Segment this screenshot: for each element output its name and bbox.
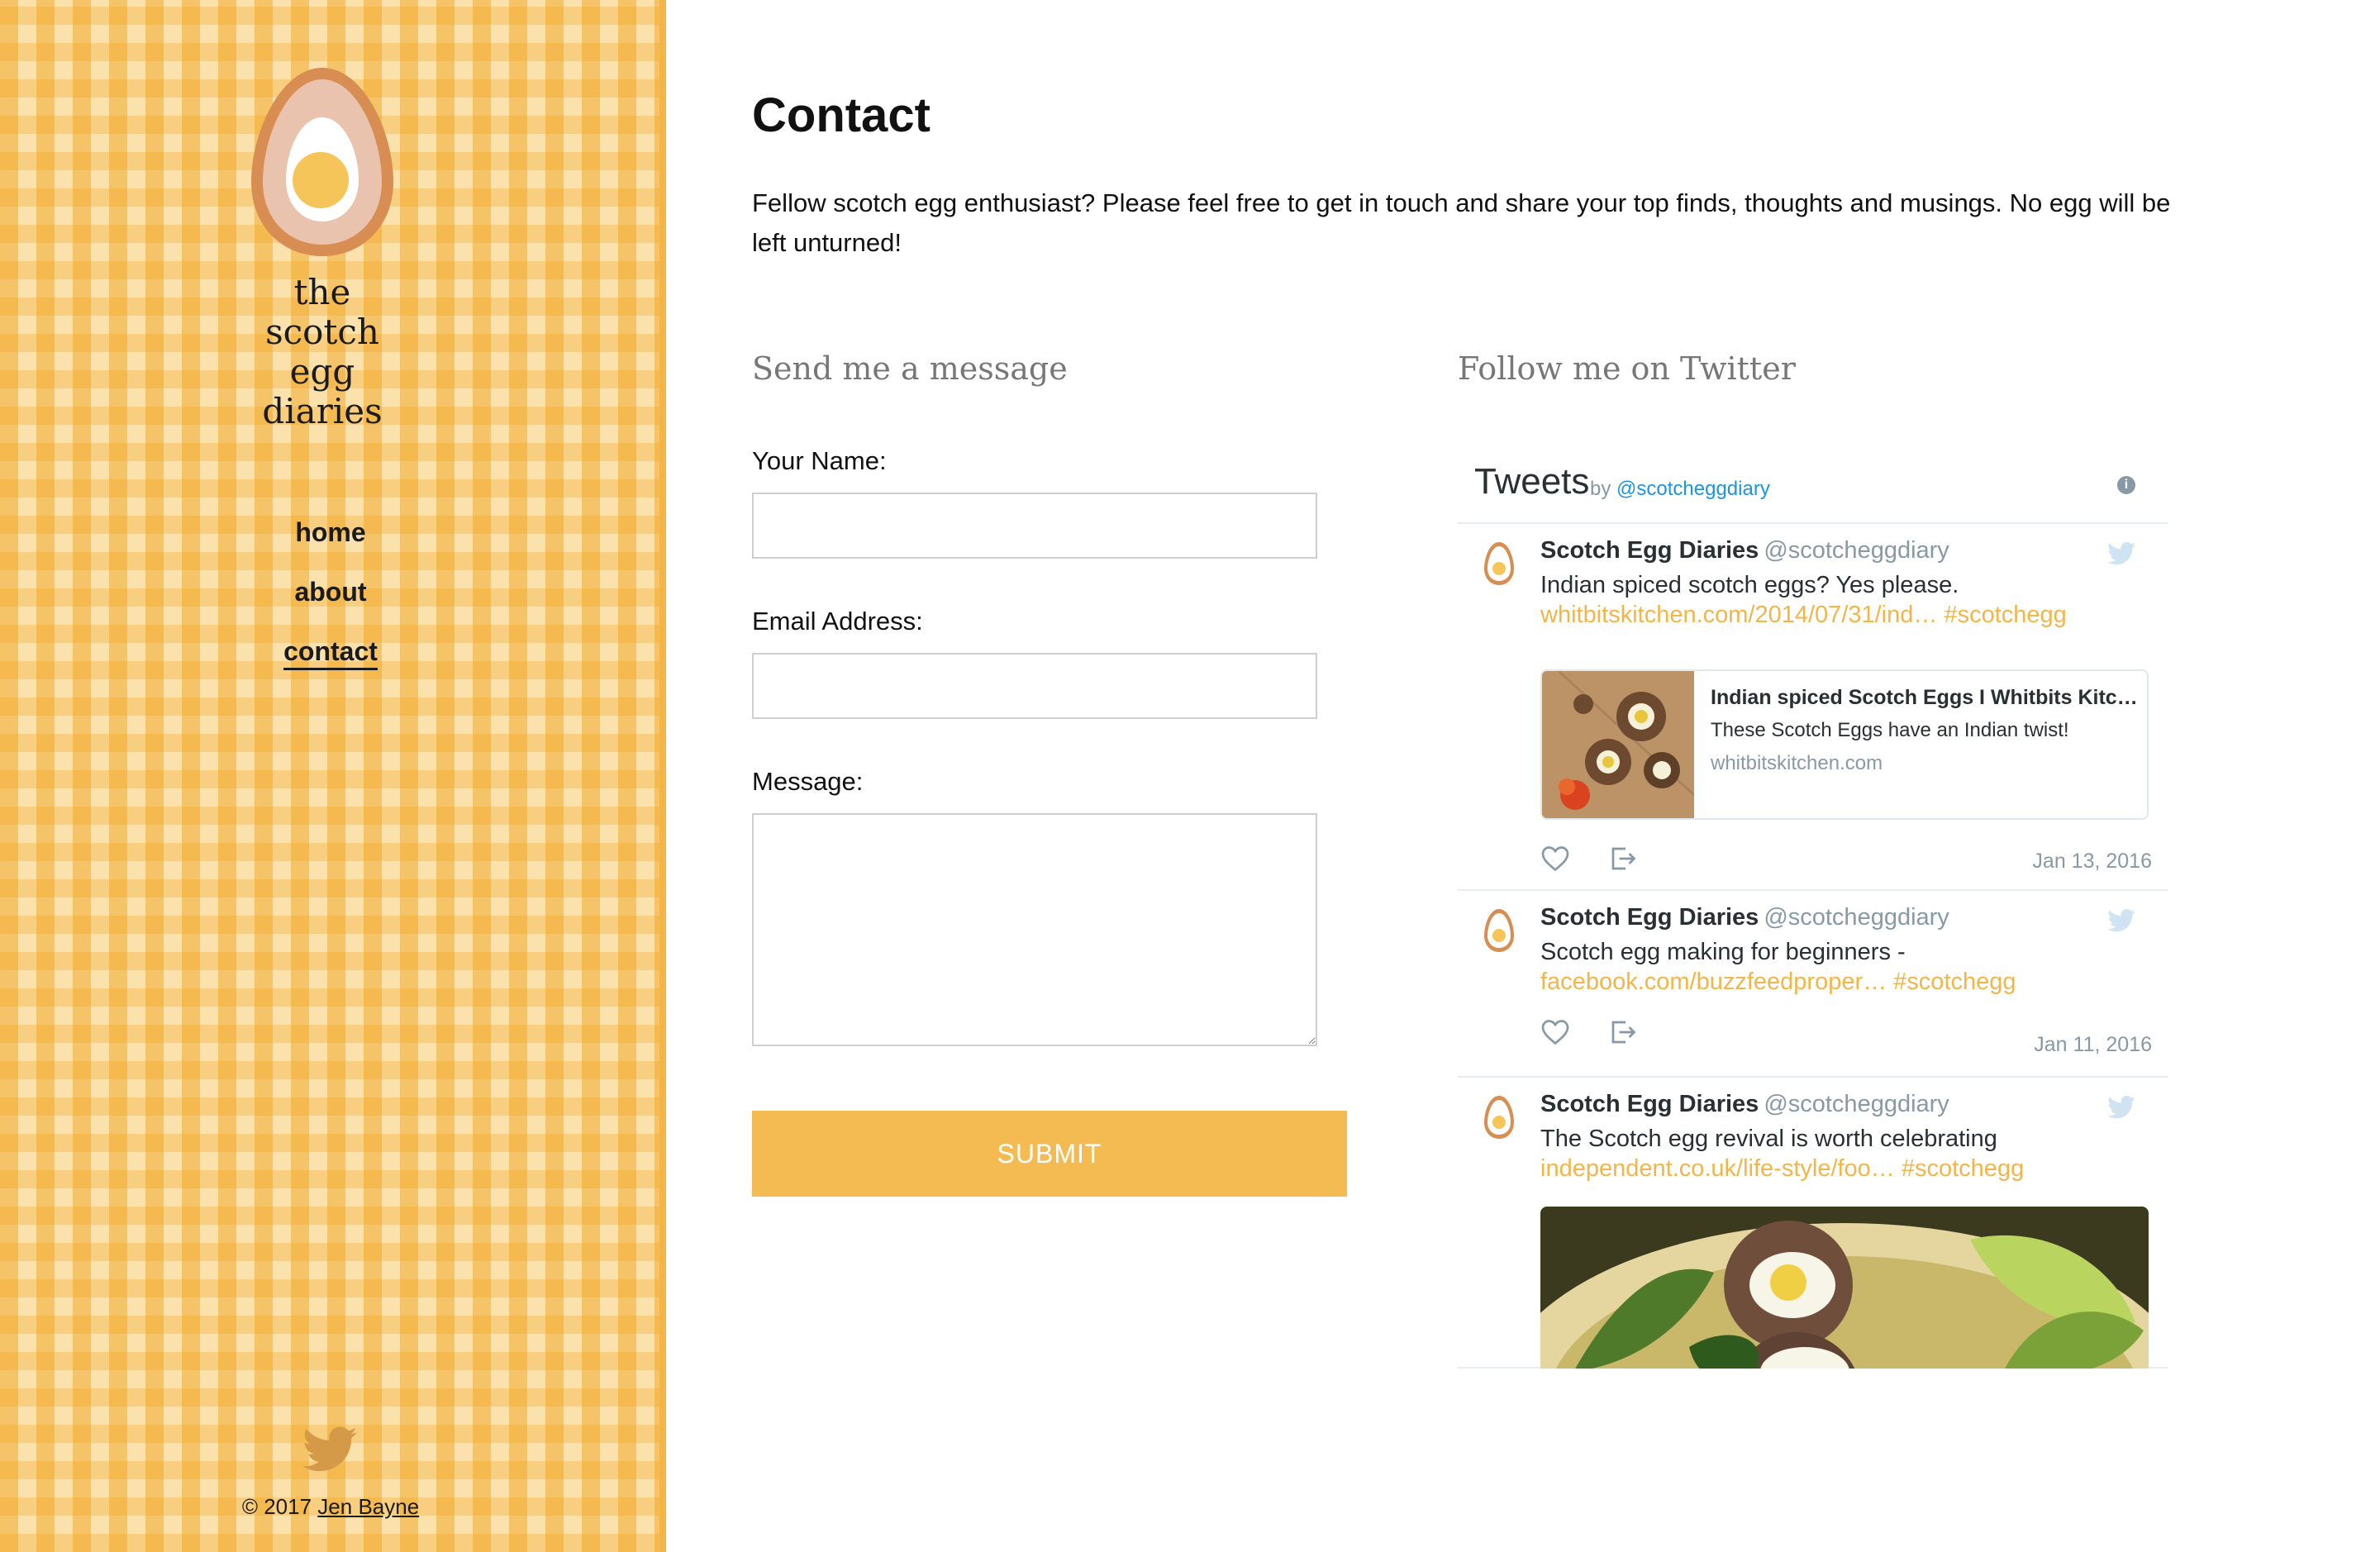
sidebar: the scotch egg diaries home about contac… (0, 0, 666, 1552)
avatar[interactable] (1483, 540, 1516, 587)
nav-item-label: about (294, 577, 367, 607)
site-title-line: diaries (262, 391, 383, 431)
timeline-byline: by @scotcheggdiary (1590, 478, 1770, 501)
tweet-date[interactable]: Jan 13, 2016 (2032, 850, 2152, 874)
timeline-header: Tweets by @scotcheggdiary i (1458, 453, 2168, 524)
tweet-text: Indian spiced scotch eggs? Yes please. (1540, 572, 1959, 598)
share-icon[interactable] (1608, 1018, 1638, 1046)
egg-logo-icon[interactable] (248, 64, 397, 259)
twitter-timeline[interactable]: Tweets by @scotcheggdiary i Scotch Egg D… (1458, 453, 2168, 1369)
nav-item-about[interactable]: about (207, 572, 455, 631)
tweet-link[interactable]: independent.co.uk/life-style/foo… #scotc… (1540, 1155, 2024, 1183)
timeline-title: Tweets (1474, 461, 1590, 502)
tweet-author-name: Scotch Egg Diaries (1540, 537, 1759, 564)
name-input[interactable] (752, 493, 1317, 559)
card-thumbnail-image (1542, 671, 1694, 818)
copyright-text: © 2017 (241, 1494, 312, 1519)
site-title[interactable]: the scotch egg diaries (207, 273, 438, 431)
card-title: Indian spiced Scotch Eggs I Whitbits Kit… (1711, 686, 2138, 709)
tweet-photo-image[interactable] (1540, 1207, 2149, 1369)
timeline-handle-link[interactable]: @scotcheggdiary (1616, 478, 1770, 500)
submit-button[interactable]: SUBMIT (752, 1111, 1347, 1197)
page-title: Contact (752, 88, 931, 142)
tweet-author-name: Scotch Egg Diaries (1540, 1091, 1759, 1117)
tweet[interactable]: Scotch Egg Diaries @scotcheggdiary Scotch… (1458, 891, 2168, 1078)
twitter-bird-icon[interactable] (302, 1426, 357, 1473)
heart-icon[interactable] (1540, 845, 1570, 873)
tweet-link[interactable]: whitbitskitchen.com/2014/07/31/ind… #sco… (1540, 602, 2067, 629)
intro-text: Fellow scotch egg enthusiast? Please fee… (752, 188, 2171, 257)
name-label: Your Name: (752, 446, 887, 475)
nav-item-home[interactable]: home (207, 512, 455, 572)
copyright: © 2017 Jen Bayne (182, 1494, 479, 1520)
twitter-bird-icon[interactable] (2107, 1096, 2135, 1119)
nav-item-label: contact (283, 636, 378, 670)
tweet-author[interactable]: Scotch Egg Diaries @scotcheggdiary (1540, 1091, 1949, 1118)
message-textarea[interactable] (752, 813, 1317, 1046)
timeline-by-text: by (1590, 478, 1611, 500)
avatar[interactable] (1483, 1094, 1516, 1140)
avatar[interactable] (1483, 907, 1516, 954)
tweet-author[interactable]: Scotch Egg Diaries @scotcheggdiary (1540, 904, 1949, 931)
tweet[interactable]: Scotch Egg Diaries @scotcheggdiary Indian… (1458, 524, 2168, 891)
site-title-line: scotch (265, 312, 379, 352)
share-icon[interactable] (1608, 845, 1638, 873)
tweet-link[interactable]: facebook.com/buzzfeedproper… #scotchegg (1540, 969, 2016, 996)
main-nav: home about contact (207, 512, 455, 691)
nav-item-label: home (295, 517, 366, 547)
nav-item-contact[interactable]: contact (207, 631, 455, 691)
twitter-bird-icon[interactable] (2107, 909, 2135, 932)
tweet-text: Scotch egg making for beginners - (1540, 939, 1906, 965)
author-link[interactable]: Jen Bayne (317, 1494, 419, 1519)
site-title-line: egg (289, 351, 355, 392)
info-icon[interactable]: i (2117, 476, 2135, 494)
message-label: Message: (752, 767, 864, 796)
tweet-date[interactable]: Jan 11, 2016 (2034, 1033, 2152, 1057)
email-label: Email Address: (752, 607, 923, 636)
email-input[interactable] (752, 653, 1317, 719)
twitter-heading: Follow me on Twitter (1458, 350, 1796, 387)
twitter-bird-icon[interactable] (2107, 542, 2135, 565)
tweet-author-handle: @scotcheggdiary (1764, 537, 1949, 564)
tweet-author-name: Scotch Egg Diaries (1540, 904, 1759, 931)
tweet-author-handle: @scotcheggdiary (1764, 1091, 1949, 1117)
card-domain: whitbitskitchen.com (1711, 752, 1883, 774)
tweet-author-handle: @scotcheggdiary (1764, 904, 1949, 931)
link-card[interactable]: Indian spiced Scotch Eggs I Whitbits Kit… (1540, 669, 2149, 820)
site-title-line: the (293, 272, 351, 312)
form-heading: Send me a message (752, 350, 1068, 387)
heart-icon[interactable] (1540, 1018, 1570, 1046)
tweet-author[interactable]: Scotch Egg Diaries @scotcheggdiary (1540, 537, 1949, 564)
tweet[interactable]: Scotch Egg Diaries @scotcheggdiary The Sc… (1458, 1078, 2168, 1369)
card-description: These Scotch Eggs have an Indian twist! (1711, 719, 2069, 741)
tweet-text: The Scotch egg revival is worth celebrat… (1540, 1126, 1997, 1152)
